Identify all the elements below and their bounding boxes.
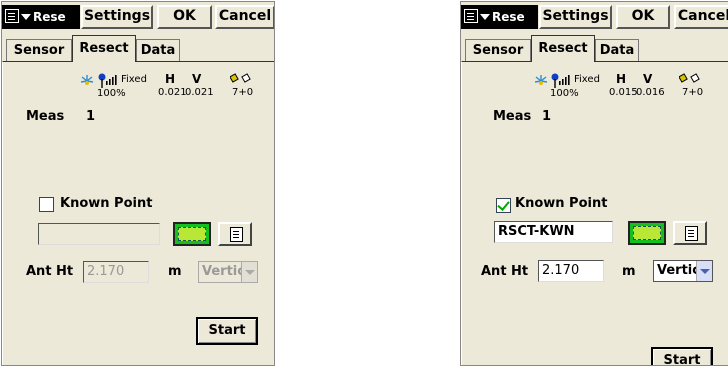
known-point-checkbox[interactable] — [496, 198, 511, 213]
satellite-count: 7+0 — [232, 87, 254, 98]
meas-value: 1 — [86, 109, 96, 124]
h-precision: 0.015 — [609, 87, 638, 98]
point-list-button[interactable] — [673, 221, 707, 245]
meas-label: Meas — [26, 109, 65, 124]
menu-icon — [464, 9, 478, 23]
solution-status: Fixed — [121, 74, 147, 85]
list-icon — [685, 226, 698, 241]
chevron-down-icon — [21, 14, 31, 20]
map-icon — [633, 226, 661, 240]
ant-ht-mode-select[interactable]: Vertic — [198, 261, 258, 283]
point-list-button[interactable] — [218, 222, 252, 246]
ant-ht-input[interactable]: 2.170 — [83, 261, 149, 283]
ant-ht-mode-value: Vertic — [202, 264, 245, 279]
screen-left: Rese Settings OK Cancel Sensor Resect Da… — [1, 1, 275, 366]
meas-value: 1 — [542, 109, 552, 124]
ant-ht-unit: m — [168, 264, 182, 279]
known-point-field[interactable]: RSCT-KWN — [494, 221, 613, 243]
map-icon — [178, 227, 206, 241]
known-point-checkbox[interactable] — [39, 197, 54, 212]
tab-resect[interactable]: Resect — [72, 35, 136, 62]
known-point-field[interactable] — [38, 223, 160, 245]
h-label: H — [616, 72, 627, 86]
satellite-count: 7+0 — [682, 87, 704, 98]
ant-ht-unit: m — [622, 264, 636, 279]
ant-ht-input[interactable]: 2.170 — [538, 260, 604, 282]
cancel-button[interactable]: Cancel — [215, 5, 274, 29]
tab-data[interactable]: Data — [136, 39, 180, 61]
menu-label: Rese — [492, 10, 525, 24]
chevron-down-icon — [241, 262, 257, 282]
satellite-count-icon — [679, 73, 700, 83]
signal-icon — [559, 75, 570, 85]
checkmark-icon — [497, 198, 510, 211]
map-select-button[interactable] — [173, 222, 211, 246]
command-bar: Rese Settings OK Cancel — [2, 2, 274, 32]
start-button[interactable]: Start — [196, 317, 258, 345]
ant-ht-mode-select[interactable]: Vertic — [653, 260, 713, 282]
meas-label: Meas — [493, 109, 532, 124]
start-menu-button[interactable]: Rese — [2, 5, 80, 29]
satellite-icon — [534, 75, 548, 85]
menu-label: Rese — [33, 10, 66, 24]
solution-status: Fixed — [574, 74, 600, 85]
start-menu-button[interactable]: Rese — [461, 5, 538, 29]
tab-panel — [461, 61, 728, 365]
h-precision: 0.021 — [158, 87, 187, 98]
ant-ht-mode-value: Vertic — [657, 263, 700, 278]
tab-data[interactable]: Data — [595, 39, 639, 61]
battery-percent: 100% — [550, 88, 579, 99]
cancel-button[interactable]: Cancel — [674, 5, 728, 29]
settings-button[interactable]: Settings — [81, 5, 153, 29]
signal-icon — [106, 75, 117, 85]
ant-ht-label: Ant Ht — [26, 264, 74, 279]
v-precision: 0.016 — [636, 87, 665, 98]
known-point-label: Known Point — [515, 196, 608, 211]
menu-icon — [5, 9, 19, 23]
ok-button[interactable]: OK — [616, 5, 670, 29]
v-label: V — [192, 72, 202, 86]
v-label: V — [643, 72, 653, 86]
h-label: H — [165, 72, 176, 86]
tab-sensor[interactable]: Sensor — [465, 39, 531, 61]
list-icon — [230, 227, 243, 242]
chevron-down-icon — [480, 14, 490, 20]
ok-button[interactable]: OK — [157, 5, 212, 29]
settings-button[interactable]: Settings — [539, 5, 612, 29]
start-button[interactable]: Start — [651, 347, 713, 365]
satellite-count-icon — [230, 73, 251, 83]
known-point-label: Known Point — [60, 196, 153, 211]
tab-resect[interactable]: Resect — [531, 35, 595, 62]
tab-sensor[interactable]: Sensor — [6, 39, 72, 61]
battery-percent: 100% — [97, 88, 126, 99]
screen-right: Rese Settings OK Cancel Sensor Resect Da… — [460, 1, 728, 366]
chevron-down-icon — [696, 261, 712, 281]
command-bar: Rese Settings OK Cancel — [461, 2, 728, 32]
v-precision: 0.021 — [185, 87, 214, 98]
satellite-icon — [80, 75, 94, 85]
ant-ht-label: Ant Ht — [481, 264, 529, 279]
map-select-button[interactable] — [628, 221, 666, 245]
